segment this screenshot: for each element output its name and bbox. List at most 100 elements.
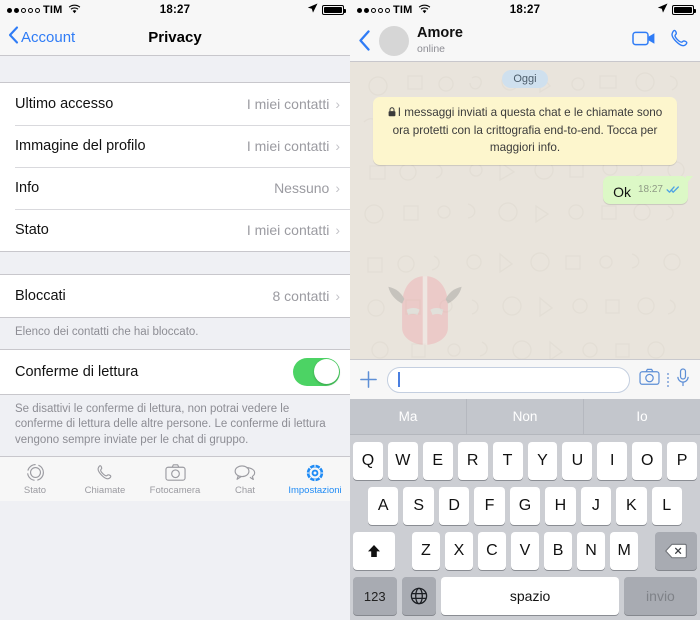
avatar[interactable] (379, 25, 409, 56)
prediction-item[interactable]: Io (583, 399, 700, 434)
chevron-left-icon (8, 26, 19, 49)
row-label: Info (15, 180, 40, 196)
double-check-icon (666, 181, 680, 199)
contact-status: online (417, 42, 446, 55)
key-m[interactable]: M (610, 532, 639, 570)
tab-fotocamera[interactable]: Fotocamera (140, 457, 210, 501)
key-k[interactable]: K (616, 487, 647, 525)
lock-icon (388, 106, 396, 123)
chevron-right-icon: › (335, 96, 340, 112)
row-label: Immagine del profilo (15, 138, 146, 154)
space-key[interactable]: spazio (441, 577, 619, 615)
send-key[interactable]: invio (623, 577, 697, 615)
plus-icon[interactable] (359, 370, 378, 389)
chat-message-area: Oggi I messaggi inviati a questa chat e … (350, 62, 700, 359)
tab-label: Impostazioni (288, 485, 342, 497)
row-value-group: I miei contatti › (247, 138, 340, 154)
tab-label: Chiamate (84, 485, 126, 497)
microphone-icon[interactable] (676, 367, 690, 392)
key-x[interactable]: X (444, 532, 473, 570)
table-row[interactable]: Stato I miei contatti › (0, 209, 350, 251)
key-h[interactable]: H (545, 487, 576, 525)
status-circle-icon (26, 462, 45, 483)
row-value: I miei contatti (246, 222, 330, 238)
privacy-navbar: Account Privacy (0, 20, 350, 56)
location-arrow-icon (657, 3, 668, 17)
privacy-settings-panel: TIM 18:27 Account Privacy Ultimo accesso… (0, 0, 350, 620)
privacy-options-group: Ultimo accesso I miei contatti › Immagin… (0, 82, 350, 252)
shift-up-arrow-icon[interactable] (353, 532, 396, 570)
outgoing-message-bubble[interactable]: Ok 18:27 (603, 175, 693, 204)
key-y[interactable]: Y (527, 442, 558, 480)
tab-chiamate[interactable]: Chiamate (70, 457, 140, 501)
key-o[interactable]: O (632, 442, 663, 480)
key-e[interactable]: E (422, 442, 453, 480)
numbers-key[interactable]: 123 (353, 577, 397, 615)
key-n[interactable]: N (577, 532, 606, 570)
bottom-tab-bar: Stato Chiamate Fotocamera Chat Impostazi… (0, 456, 350, 502)
key-f[interactable]: F (474, 487, 505, 525)
key-g[interactable]: G (509, 487, 541, 525)
row-value: I miei contatti (246, 96, 330, 112)
status-bar-clock: 18:27 (509, 4, 541, 16)
video-camera-icon[interactable] (632, 30, 656, 52)
whatsapp-chat-panel: T I M 18:27 Amore online Oggi I messaggi i… (350, 0, 700, 620)
globe-language-icon[interactable] (401, 577, 437, 615)
key-u[interactable]: U (562, 442, 593, 480)
key-i[interactable]: I (597, 442, 628, 480)
key-v[interactable]: V (510, 532, 540, 570)
table-row[interactable]: Bloccati 8 contatti › (0, 275, 350, 317)
phone-icon[interactable] (670, 28, 690, 53)
tab-label: Chat (234, 485, 256, 497)
row-label: Stato (15, 222, 49, 238)
key-l[interactable]: L (651, 487, 682, 525)
camera-icon[interactable] (639, 368, 660, 391)
key-j[interactable]: J (580, 487, 612, 525)
gear-icon (305, 462, 325, 483)
read-receipts-group: Conferme di lettura (0, 348, 350, 395)
back-to-account-button[interactable]: Account (8, 26, 75, 49)
tab-stato[interactable]: Stato (0, 457, 70, 501)
phone-icon (96, 462, 115, 483)
table-row[interactable]: Ultimo accesso I miei contatti › (0, 83, 350, 125)
prediction-item[interactable]: Non (466, 399, 583, 434)
key-a[interactable]: A (368, 487, 399, 525)
chat-contact-info[interactable]: Amore online (417, 26, 463, 54)
prediction-item[interactable]: Ma (350, 399, 466, 434)
virtual-keyboard: Ma Non Io Q W E R T Y U I O P A S D F G … (350, 399, 700, 620)
read-receipts-row[interactable]: Conferme di lettura (0, 349, 350, 394)
status-bar-indicators (657, 3, 696, 17)
key-z[interactable]: Z (411, 532, 440, 570)
tab-impostazioni[interactable]: Impostazioni (280, 457, 350, 501)
key-q[interactable]: Q (352, 442, 383, 480)
chat-back-button[interactable] (358, 30, 371, 51)
key-s[interactable]: S (403, 487, 434, 525)
message-meta: 18:27 (638, 181, 680, 200)
key-p[interactable]: P (667, 442, 698, 480)
viking-helmet-logo (388, 276, 462, 345)
list-section-gap (0, 252, 350, 274)
key-t[interactable]: T (492, 442, 523, 480)
message-time: 18:27 (637, 184, 663, 196)
blocked-contacts-group: Bloccati 8 contatti › (0, 274, 350, 318)
table-row[interactable]: Immagine del profilo I miei contatti › (0, 125, 350, 167)
key-r[interactable]: R (457, 442, 488, 480)
encryption-notice-bubble[interactable]: I messaggi inviati a questa chat e le ch… (373, 97, 677, 165)
row-value: Nessuno (274, 180, 330, 196)
list-top-gap (0, 56, 350, 82)
read-receipts-toggle[interactable] (293, 357, 340, 386)
message-input-bar (350, 359, 700, 399)
key-c[interactable]: C (477, 532, 506, 570)
key-w[interactable]: W (387, 442, 418, 480)
camera-icon (164, 462, 186, 483)
key-d[interactable]: D (438, 487, 470, 525)
keyboard-row-2: A S D F G H J K L (350, 487, 700, 525)
backspace-delete-icon[interactable] (654, 532, 697, 570)
tab-chat[interactable]: Chat (210, 457, 280, 501)
status-bar-left: TIM 18:27 (0, 0, 350, 20)
table-row[interactable]: Info Nessuno › (0, 167, 350, 209)
more-vertical-icon[interactable] (667, 372, 669, 387)
input-action-icons (639, 367, 690, 392)
key-b[interactable]: B (544, 532, 573, 570)
message-input-field[interactable] (387, 366, 630, 393)
